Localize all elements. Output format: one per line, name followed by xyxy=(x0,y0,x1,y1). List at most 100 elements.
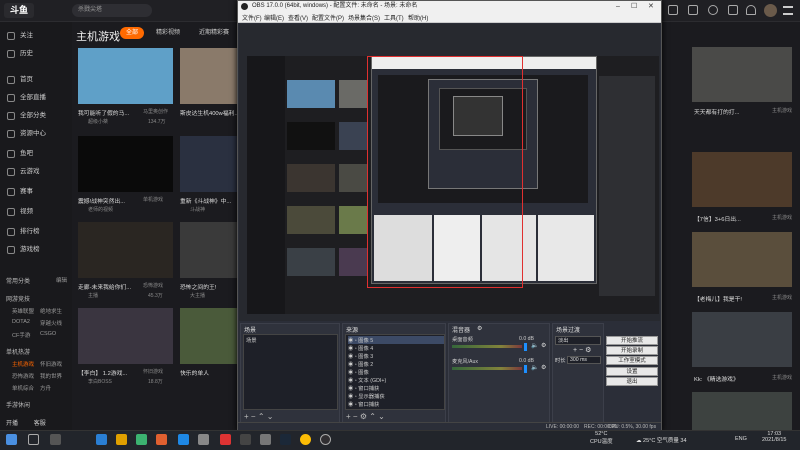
site-logo[interactable]: 斗鱼 xyxy=(4,3,34,18)
sources-list[interactable]: ◉ ▫ 图像 5 ◉ ▫ 图像 4 ◉ ▫ 图像 3 ◉ ▫ 图像 2 ◉ ▫ 图像 ◉ … xyxy=(345,334,445,410)
stream-title[interactable]: 【老梅儿】我是干! xyxy=(694,294,742,303)
source-item[interactable]: ◉ ▫ 文本 (GDI+) xyxy=(348,376,444,384)
speaker-icon[interactable]: 🔈 xyxy=(531,364,538,371)
remove-icon[interactable]: − xyxy=(251,412,256,421)
stream-thumbnail[interactable] xyxy=(692,47,792,102)
gear-icon[interactable]: ⚙ xyxy=(541,342,546,349)
move-down-icon[interactable]: ⌄ xyxy=(267,412,274,421)
sidebar-subitem[interactable]: 英雄联盟 xyxy=(12,307,34,315)
add-icon[interactable]: + xyxy=(244,412,249,421)
stream-thumbnail[interactable] xyxy=(692,152,792,207)
sidebar-item[interactable]: 视频 xyxy=(0,204,72,220)
sidebar-item[interactable]: 全部直播 xyxy=(0,90,72,106)
download-icon[interactable] xyxy=(668,5,678,15)
sidebar-group-mobile[interactable]: 手游休闲 xyxy=(6,400,30,409)
sidebar-item[interactable]: 首页 xyxy=(0,72,72,88)
steam-icon[interactable] xyxy=(280,434,291,445)
app-icon[interactable] xyxy=(198,434,209,445)
stream-thumbnail[interactable] xyxy=(692,232,792,287)
menu-scene-collection[interactable]: 场景集合(S) xyxy=(348,13,380,22)
add-icon[interactable]: + xyxy=(573,347,577,354)
stream-thumbnail[interactable] xyxy=(78,136,173,192)
sidebar-item[interactable]: 排行榜 xyxy=(0,224,72,240)
sidebar-subitem[interactable]: 我的世界 xyxy=(40,372,62,380)
gear-icon[interactable]: ⚙ xyxy=(477,325,482,332)
start-streaming-button[interactable]: 开始推流 xyxy=(606,336,658,345)
menu-edit[interactable]: 编辑(E) xyxy=(264,13,284,22)
source-item[interactable]: ◉ ▫ 图像 5 xyxy=(348,336,444,344)
exit-button[interactable]: 退出 xyxy=(606,377,658,386)
transition-select[interactable]: 淡出 xyxy=(555,336,601,345)
search-input[interactable]: 杀戮尖塔 xyxy=(72,4,152,17)
move-up-icon[interactable]: ⌃ xyxy=(258,412,265,421)
cpu-temp-widget[interactable]: 52°C CPU温度 xyxy=(590,431,613,445)
scenes-list[interactable]: 场景 xyxy=(243,334,338,410)
filter-all[interactable]: 全部 xyxy=(120,27,144,39)
sidebar-subitem[interactable]: CF手游 xyxy=(12,331,30,339)
stream-title[interactable]: Kk: 《精选游戏》 xyxy=(694,374,739,383)
source-item[interactable]: ◉ ▫ 图像 xyxy=(348,368,444,376)
menu-profile[interactable]: 配置文件(P) xyxy=(312,13,344,22)
move-down-icon[interactable]: ⌄ xyxy=(378,412,385,421)
sidebar-subitem[interactable]: 穿越火线 xyxy=(40,319,62,327)
menu-icon[interactable] xyxy=(783,6,793,15)
sidebar-group-single[interactable]: 单机热游 xyxy=(6,347,30,356)
task-view-icon[interactable] xyxy=(50,434,61,445)
stream-thumbnail[interactable] xyxy=(692,392,792,432)
edge-icon[interactable] xyxy=(178,434,189,445)
sidebar-subitem[interactable]: DOTA2 xyxy=(12,319,30,325)
search-icon[interactable] xyxy=(28,434,39,445)
gear-icon[interactable]: ⚙ xyxy=(360,412,367,421)
sidebar-item[interactable]: 关注 xyxy=(0,28,72,44)
source-item[interactable]: ◉ ▫ 图像 4 xyxy=(348,344,444,352)
menu-help[interactable]: 帮助(H) xyxy=(408,13,428,22)
close-icon[interactable]: ✕ xyxy=(648,1,654,12)
source-item[interactable]: ◉ ▫ 显示器捕获 xyxy=(348,392,444,400)
maximize-icon[interactable]: ☐ xyxy=(631,1,637,12)
sidebar-group-online[interactable]: 网游竞技 xyxy=(6,294,30,303)
app-icon[interactable] xyxy=(260,434,271,445)
scene-item[interactable]: 场景 xyxy=(246,336,257,344)
remove-icon[interactable]: − xyxy=(353,412,358,421)
edit-link[interactable]: 编辑 xyxy=(56,276,67,284)
weather-widget[interactable]: ☁ 25°C 空气质量 34 xyxy=(636,436,687,444)
sidebar-subitem[interactable]: 绝地求生 xyxy=(40,307,62,315)
gear-icon[interactable]: ⚙ xyxy=(585,347,591,354)
avatar[interactable] xyxy=(764,4,777,17)
broadcast-button[interactable]: 开播 xyxy=(6,421,18,427)
filter-videos[interactable]: 精彩视频 xyxy=(150,27,186,39)
start-recording-button[interactable]: 开始录制 xyxy=(606,346,658,355)
app-icon[interactable] xyxy=(240,434,251,445)
app-icon[interactable] xyxy=(96,434,107,445)
sidebar-subitem-active[interactable]: 主机游戏 xyxy=(12,360,34,368)
source-item[interactable]: ◉ ▫ 窗口捕获 xyxy=(348,384,444,392)
sidebar-subitem[interactable]: 方舟 xyxy=(40,384,51,392)
obs-taskbar-icon[interactable] xyxy=(320,434,331,445)
volume-slider[interactable] xyxy=(524,365,527,373)
stream-title[interactable]: 【7信】3+6日出... xyxy=(694,214,741,223)
chrome-icon[interactable] xyxy=(300,434,311,445)
message-icon[interactable] xyxy=(688,5,698,15)
stream-thumbnail[interactable] xyxy=(78,48,173,104)
clock[interactable]: 17:03 2021/8/15 xyxy=(762,431,786,443)
settings-button[interactable]: 设置 xyxy=(606,367,658,376)
menu-tools[interactable]: 工具(T) xyxy=(384,13,404,22)
add-icon[interactable]: + xyxy=(346,412,351,421)
bell-icon[interactable] xyxy=(746,5,756,15)
eye-icon[interactable]: ◉ xyxy=(348,402,355,408)
language-indicator[interactable]: ENG xyxy=(735,436,747,442)
sidebar-subitem[interactable]: 怀旧游戏 xyxy=(40,360,62,368)
move-up-icon[interactable]: ⌃ xyxy=(369,412,376,421)
minimize-icon[interactable]: – xyxy=(616,1,620,12)
obs-titlebar[interactable]: OBS 17.0.0 (64bit, windows) - 配置文件: 未命名 … xyxy=(238,1,661,12)
source-item[interactable]: ◉ ▫ 图像 2 xyxy=(348,360,444,368)
sidebar-item[interactable]: 游戏榜 xyxy=(0,242,72,258)
volume-slider[interactable] xyxy=(524,343,527,351)
menu-view[interactable]: 查看(V) xyxy=(288,13,308,22)
stream-thumbnail[interactable] xyxy=(78,222,173,278)
source-item[interactable]: ◉ ▫ 图像 3 xyxy=(348,352,444,360)
support-button[interactable]: 客服 xyxy=(34,421,46,427)
source-bounding-box[interactable] xyxy=(367,56,523,288)
stream-title[interactable]: 天天都有打的打... xyxy=(694,107,739,116)
sidebar-subitem[interactable]: CSGO xyxy=(40,331,56,337)
